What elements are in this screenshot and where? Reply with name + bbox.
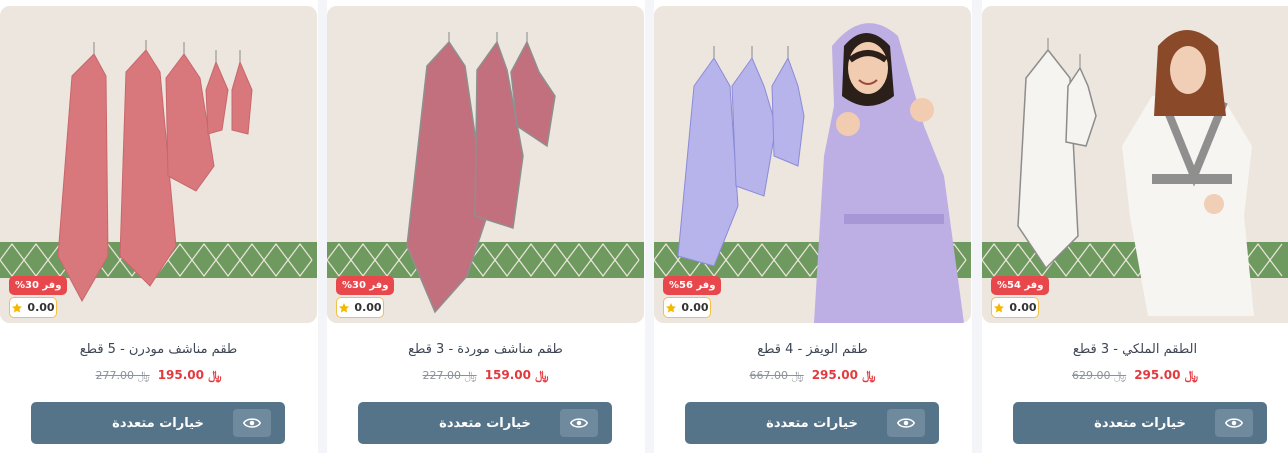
discount-badge: وفر 30% bbox=[9, 276, 68, 295]
currency-symbol: ﷼ bbox=[862, 368, 876, 382]
product-card: وفر 56% 0.00 طقم الويفز - 4 قطع ﷼ 295.00… bbox=[654, 0, 972, 453]
product-card: وفر 30% 0.00 طقم مناشف مودرن - 5 قطع ﷼ 1… bbox=[0, 0, 318, 453]
eye-icon bbox=[243, 418, 261, 428]
price-value: 159.00 bbox=[484, 368, 532, 382]
currency-symbol: ﷼ bbox=[1184, 368, 1198, 382]
rating-badge: 0.00 bbox=[991, 297, 1039, 318]
button-label: خيارات متعددة bbox=[112, 415, 204, 431]
product-image[interactable]: وفر 30% 0.00 bbox=[327, 6, 644, 323]
rating-value: 0.00 bbox=[1009, 301, 1037, 314]
eye-icon bbox=[1225, 418, 1243, 428]
button-label: خيارات متعددة bbox=[439, 415, 531, 431]
quick-view-button[interactable] bbox=[560, 409, 598, 437]
currency-symbol: ﷼ bbox=[137, 368, 150, 382]
rating-badge: 0.00 bbox=[9, 297, 57, 318]
product-image[interactable]: وفر 54% 0.00 bbox=[982, 6, 1288, 323]
discount-badge: وفر 30% bbox=[336, 276, 395, 295]
currency-symbol: ﷼ bbox=[791, 368, 804, 382]
product-title[interactable]: طقم الويفز - 4 قطع bbox=[654, 342, 971, 357]
star-icon bbox=[12, 302, 23, 313]
multiple-options-button[interactable]: خيارات متعددة bbox=[31, 402, 285, 444]
quick-view-button[interactable] bbox=[887, 409, 925, 437]
rating-badge: 0.00 bbox=[336, 297, 384, 318]
price-value: 295.00 bbox=[811, 368, 859, 382]
price-row: ﷼ 295.00 ﷼ 629.00 bbox=[982, 368, 1288, 383]
product-image[interactable]: وفر 30% 0.00 bbox=[0, 6, 317, 323]
current-price: ﷼ 295.00 bbox=[812, 368, 876, 383]
button-label: خيارات متعددة bbox=[766, 415, 858, 431]
original-price: ﷼ 277.00 bbox=[96, 369, 150, 383]
product-title[interactable]: الطقم الملكي - 3 قطع bbox=[982, 342, 1288, 357]
eye-icon bbox=[570, 418, 588, 428]
product-card: وفر 54% 0.00 الطقم الملكي - 3 قطع ﷼ 295.… bbox=[982, 0, 1288, 453]
price-row: ﷼ 159.00 ﷼ 227.00 bbox=[327, 368, 644, 383]
old-price-value: 629.00 bbox=[1072, 368, 1111, 382]
old-price-value: 667.00 bbox=[749, 368, 789, 382]
old-price-value: 227.00 bbox=[422, 368, 462, 382]
currency-symbol: ﷼ bbox=[464, 368, 477, 382]
eye-icon bbox=[897, 418, 915, 428]
price-row: ﷼ 195.00 ﷼ 277.00 bbox=[0, 368, 317, 383]
discount-badge: وفر 56% bbox=[663, 276, 722, 295]
product-image[interactable]: وفر 56% 0.00 bbox=[654, 6, 971, 323]
rating-value: 0.00 bbox=[27, 301, 55, 314]
multiple-options-button[interactable]: خيارات متعددة bbox=[685, 402, 939, 444]
price-row: ﷼ 295.00 ﷼ 667.00 bbox=[654, 368, 971, 383]
quick-view-button[interactable] bbox=[233, 409, 271, 437]
price-value: 195.00 bbox=[157, 368, 205, 382]
product-grid: وفر 30% 0.00 طقم مناشف مودرن - 5 قطع ﷼ 1… bbox=[0, 0, 1288, 453]
star-icon bbox=[994, 302, 1005, 313]
rating-value: 0.00 bbox=[681, 301, 709, 314]
current-price: ﷼ 159.00 bbox=[485, 368, 549, 383]
star-icon bbox=[666, 302, 677, 313]
rating-value: 0.00 bbox=[354, 301, 382, 314]
original-price: ﷼ 227.00 bbox=[423, 369, 477, 383]
product-title[interactable]: طقم مناشف مودرن - 5 قطع bbox=[0, 342, 317, 357]
quick-view-button[interactable] bbox=[1215, 409, 1253, 437]
multiple-options-button[interactable]: خيارات متعددة bbox=[358, 402, 612, 444]
price-value: 295.00 bbox=[1134, 368, 1181, 382]
current-price: ﷼ 295.00 bbox=[1134, 368, 1198, 383]
original-price: ﷼ 629.00 bbox=[1072, 369, 1126, 383]
rating-badge: 0.00 bbox=[663, 297, 711, 318]
currency-symbol: ﷼ bbox=[535, 368, 549, 382]
currency-symbol: ﷼ bbox=[208, 368, 222, 382]
multiple-options-button[interactable]: خيارات متعددة bbox=[1013, 402, 1267, 444]
button-label: خيارات متعددة bbox=[1094, 415, 1186, 431]
discount-badge: وفر 54% bbox=[991, 276, 1050, 295]
product-card: وفر 30% 0.00 طقم مناشف موردة - 3 قطع ﷼ 1… bbox=[327, 0, 645, 453]
current-price: ﷼ 195.00 bbox=[158, 368, 222, 383]
product-title[interactable]: طقم مناشف موردة - 3 قطع bbox=[327, 342, 644, 357]
star-icon bbox=[339, 302, 350, 313]
original-price: ﷼ 667.00 bbox=[750, 369, 804, 383]
old-price-value: 277.00 bbox=[95, 368, 135, 382]
currency-symbol: ﷼ bbox=[1114, 368, 1127, 382]
